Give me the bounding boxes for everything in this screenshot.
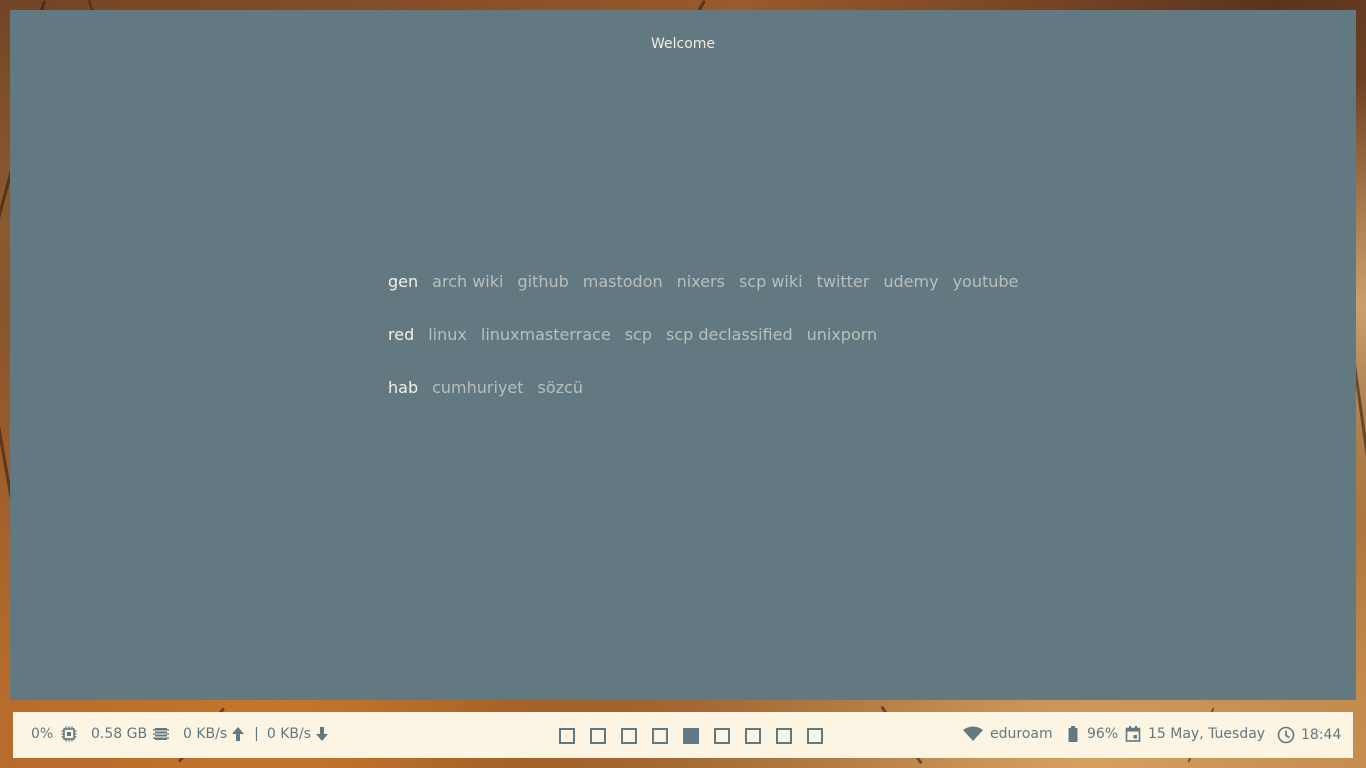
workspace-button-7[interactable] — [745, 728, 761, 744]
bookmark-link[interactable]: linux — [428, 325, 467, 344]
bookmark-link[interactable]: github — [517, 272, 568, 291]
bookmark-link[interactable]: arch wiki — [432, 272, 503, 291]
bookmark-link[interactable]: mastodon — [583, 272, 663, 291]
status-bar: 0% 0.58 GB 0 KB/s | 0 KB/s eduroam 96% 1… — [13, 712, 1353, 758]
date-value: 15 May, Tuesday — [1148, 726, 1266, 742]
clock-indicator: 18:44 — [1273, 726, 1341, 744]
memory-indicator: 0.58 GB — [91, 726, 173, 742]
workspace-button-9[interactable] — [807, 728, 823, 744]
calendar-icon — [1125, 726, 1141, 742]
bookmark-link[interactable]: nixers — [677, 272, 725, 291]
bookmark-link[interactable]: cumhuriyet — [432, 378, 523, 397]
date-indicator: 15 May, Tuesday — [1121, 726, 1265, 742]
battery-indicator: 96% — [1061, 726, 1118, 742]
workspace-switcher — [559, 728, 838, 744]
clock-icon — [1277, 726, 1295, 744]
upload-value: 0 KB/s — [183, 726, 228, 742]
battery-icon — [1065, 726, 1081, 742]
wifi-icon — [963, 726, 983, 742]
wifi-indicator: eduroam — [959, 726, 1053, 742]
wifi-ssid: eduroam — [990, 726, 1053, 742]
link-group-label: gen — [388, 272, 419, 291]
cpu-icon — [61, 726, 77, 742]
bookmark-link[interactable]: sözcü — [538, 378, 583, 397]
link-group-label: red — [388, 325, 415, 344]
workspace-button-4[interactable] — [652, 728, 668, 744]
link-group-hab: hab cumhuriyet sözcü — [388, 378, 1032, 431]
bookmark-link[interactable]: unixporn — [807, 325, 878, 344]
memory-icon — [153, 726, 170, 742]
bookmark-link[interactable]: scp wiki — [739, 272, 803, 291]
network-separator: | — [254, 726, 259, 742]
link-group-label: hab — [388, 378, 419, 397]
time-value: 18:44 — [1301, 727, 1342, 743]
workspace-button-3[interactable] — [621, 728, 637, 744]
link-group-red: red linux linuxmasterrace scp scp declassifi… — [388, 325, 1032, 378]
browser-window: Welcome gen arch wiki github mastodon nixers… — [10, 10, 1356, 700]
bookmark-link[interactable]: udemy — [883, 272, 938, 291]
bookmark-link[interactable]: youtube — [953, 272, 1019, 291]
arrow-down-icon — [314, 726, 330, 742]
workspace-button-6[interactable] — [714, 728, 730, 744]
workspace-button-2[interactable] — [590, 728, 606, 744]
link-groups: gen arch wiki github mastodon nixers scp wiki… — [388, 272, 1032, 431]
bookmark-link[interactable]: twitter — [817, 272, 870, 291]
page-title: Welcome — [650, 36, 716, 52]
workspace-button-1[interactable] — [559, 728, 575, 744]
battery-value: 96% — [1087, 726, 1119, 742]
cpu-value: 0% — [31, 726, 54, 742]
cpu-indicator: 0% — [31, 726, 81, 742]
link-group-gen: gen arch wiki github mastodon nixers scp wiki… — [388, 272, 1032, 325]
arrow-up-icon — [230, 726, 246, 742]
bookmark-link[interactable]: scp — [625, 325, 652, 344]
network-indicator: 0 KB/s | 0 KB/s — [183, 726, 334, 742]
bookmark-link[interactable]: linuxmasterrace — [481, 325, 611, 344]
workspace-button-8[interactable] — [776, 728, 792, 744]
memory-value: 0.58 GB — [91, 726, 148, 742]
download-value: 0 KB/s — [266, 726, 312, 742]
workspace-button-5[interactable] — [683, 728, 699, 744]
bookmark-link[interactable]: scp declassified — [666, 325, 793, 344]
